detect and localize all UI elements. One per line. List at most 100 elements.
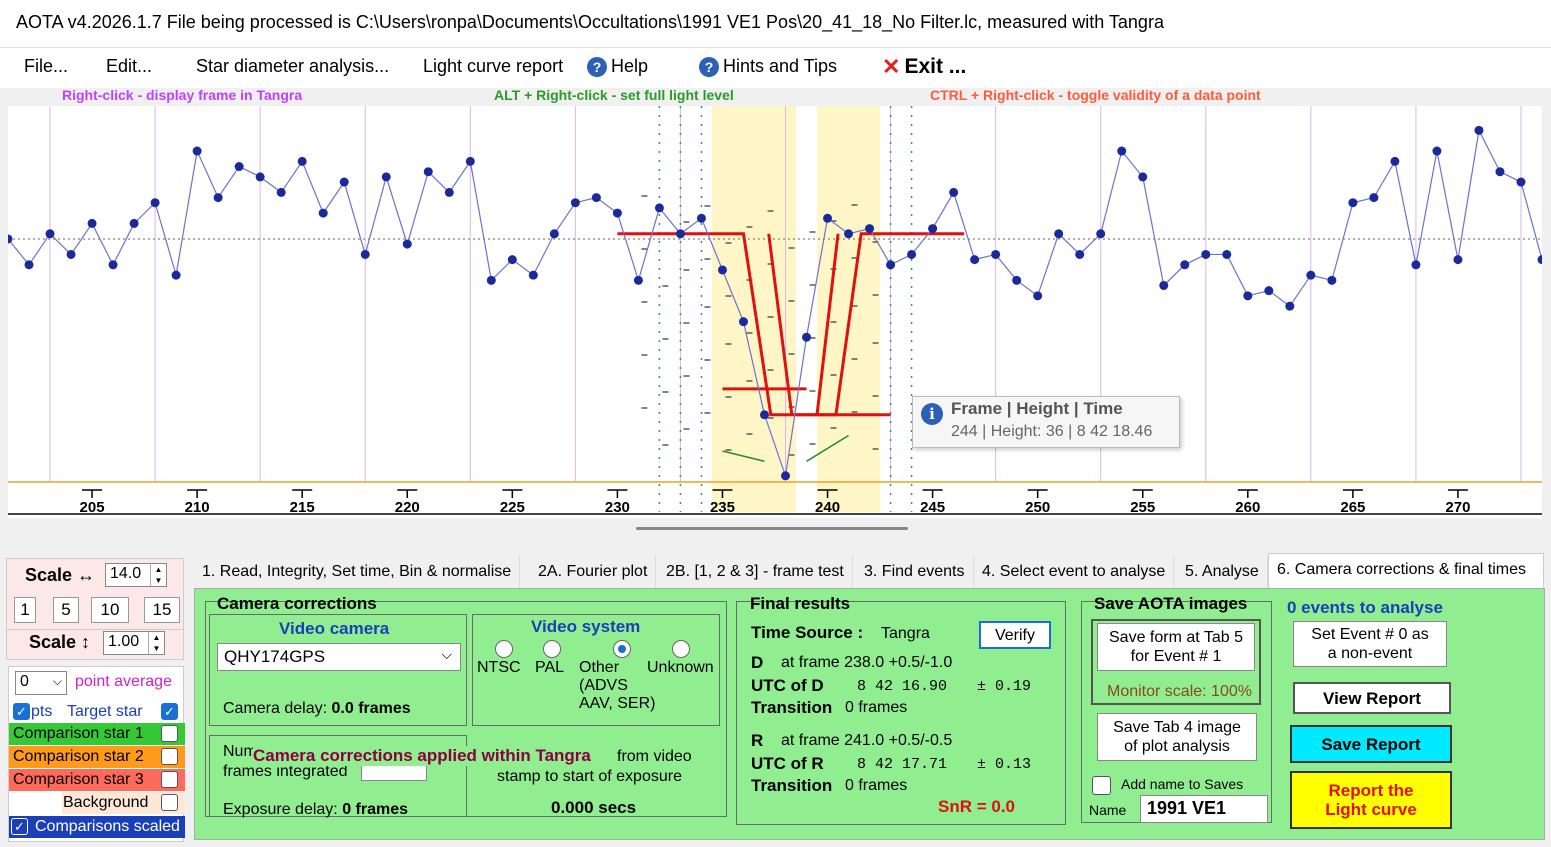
- radio-other[interactable]: [613, 640, 631, 658]
- data-point: [213, 193, 223, 203]
- utc-d-label: UTC of D: [751, 676, 824, 695]
- scale-button-1[interactable]: 1: [14, 597, 36, 623]
- other-label: Other: [579, 659, 620, 676]
- spinner-arrows-icon[interactable]: ▲ ▼: [148, 632, 164, 654]
- comp2-checkbox[interactable]: [161, 748, 178, 765]
- tab-strip: 1. Read, Integrity, Set time, Bin & norm…: [190, 553, 1547, 588]
- add-name-checkbox[interactable]: [1092, 776, 1111, 795]
- exposure-secs: 0.000 secs: [551, 798, 637, 817]
- unknown-label: Unknown: [647, 659, 714, 676]
- light-curve-plot[interactable]: 205 210 215 220 225 230 235 240 245 250 255 260 265 2…: [8, 106, 1542, 518]
- data-point: [1201, 249, 1211, 259]
- report-light-curve-button[interactable]: Report the Light curve: [1290, 771, 1452, 829]
- comp3-checkbox[interactable]: [161, 771, 178, 788]
- menu-edit[interactable]: Edit...: [106, 56, 152, 77]
- set-event-button[interactable]: Set Event # 0 as a non-event: [1293, 621, 1447, 667]
- tab-fourier[interactable]: 2A. Fourier plot: [530, 556, 657, 588]
- point-average-label: point average: [75, 673, 172, 690]
- help-icon: ?: [587, 56, 607, 77]
- data-point: [339, 177, 349, 187]
- x-tick-label: 235: [710, 499, 735, 516]
- x-tick-label: 230: [605, 499, 630, 516]
- save-report-button[interactable]: Save Report: [1290, 725, 1452, 763]
- radio-ntsc[interactable]: [495, 640, 513, 658]
- scale-v-spinner[interactable]: 1.00 ▲ ▼: [103, 631, 165, 655]
- tab-select-event[interactable]: 4. Select event to analyse: [974, 556, 1175, 588]
- scale-button-15[interactable]: 15: [144, 597, 180, 623]
- menu-star-diameter[interactable]: Star diameter analysis...: [196, 56, 389, 77]
- add-name-label: Add name to Saves: [1121, 776, 1244, 792]
- utc-d-value: 8 42 16.90: [857, 678, 948, 695]
- left-panel: Scale ↔ 14.0 ▲ ▼ 1 5 10 15 Scale ↕ 1.00 ▲…: [4, 556, 185, 844]
- data-point: [255, 172, 265, 182]
- series-options: 0 ⌵ point average ✓ pts Target star ✓ Co…: [8, 666, 185, 842]
- data-point: [654, 203, 664, 213]
- data-point: [1012, 275, 1022, 285]
- data-point: [549, 229, 559, 239]
- spinner-arrows-icon[interactable]: ▲ ▼: [150, 564, 166, 586]
- comparisons-scaled-label: Comparisons scaled: [35, 818, 180, 835]
- menu-hints[interactable]: ? Hints and Tips: [699, 56, 837, 77]
- tooltip-value: 244 | Height: 36 | 8 42 18.46: [951, 423, 1153, 440]
- tab-find-events[interactable]: 3. Find events: [856, 556, 974, 588]
- splitter-handle[interactable]: [636, 527, 908, 530]
- hint-right-click: Right-click - display frame in Tangra: [62, 87, 303, 103]
- x-tick-label: 250: [1025, 499, 1050, 516]
- scale-button-10[interactable]: 10: [91, 597, 129, 623]
- comp2-row: Comparison star 2: [9, 746, 185, 768]
- menu-light-curve-report[interactable]: Light curve report: [423, 56, 563, 77]
- highlight-band: [817, 106, 881, 512]
- time-source-value: Tangra: [881, 625, 930, 642]
- tab-camera-corrections[interactable]: 6. Camera corrections & final times: [1268, 553, 1544, 588]
- d-label: D: [751, 653, 764, 672]
- tab-read-integrity[interactable]: 1. Read, Integrity, Set time, Bin & norm…: [194, 556, 521, 588]
- transition-d-label: Transition: [751, 698, 833, 717]
- tab-frame-test[interactable]: 2B. [1, 2 & 3] - frame test: [658, 556, 853, 588]
- comparisons-scaled-row: ✓ Comparisons scaled: [9, 816, 185, 838]
- scale-button-5[interactable]: 5: [53, 597, 79, 623]
- pts-checkbox[interactable]: ✓: [13, 703, 30, 720]
- data-point: [1474, 125, 1484, 135]
- data-point: [1369, 193, 1379, 203]
- target-star-checkbox[interactable]: ✓: [161, 703, 178, 720]
- background-checkbox[interactable]: [161, 794, 178, 811]
- window-title: AOTA v4.2026.1.7 File being processed is…: [16, 12, 1164, 32]
- exposure-delay-label: Exposure delay:: [223, 801, 338, 818]
- radio-unknown[interactable]: [672, 640, 690, 658]
- scale-v-value: 1.00: [108, 633, 140, 650]
- menu-file[interactable]: File...: [24, 56, 68, 77]
- comp3-row: Comparison star 3: [9, 769, 185, 791]
- save-images-title: Save AOTA images: [1094, 594, 1248, 613]
- data-point: [423, 167, 433, 177]
- data-point: [612, 208, 622, 218]
- save-form-button[interactable]: Save form at Tab 5 for Event # 1: [1097, 623, 1255, 671]
- radio-pal[interactable]: [543, 640, 561, 658]
- comparisons-scaled-checkbox[interactable]: ✓: [11, 818, 28, 835]
- data-point: [886, 260, 896, 270]
- utc-r-value: 8 42 17.71: [857, 756, 948, 773]
- data-point: [297, 156, 307, 166]
- view-report-button[interactable]: View Report: [1293, 682, 1451, 714]
- data-point: [465, 156, 475, 166]
- video-system-label: Video system: [531, 617, 641, 636]
- name-input[interactable]: 1991 VE1: [1140, 795, 1268, 823]
- point-average-select[interactable]: 0 ⌵: [15, 671, 67, 695]
- data-point: [675, 229, 685, 239]
- comp1-checkbox[interactable]: [161, 725, 178, 742]
- data-point: [24, 260, 34, 270]
- light-curve-svg[interactable]: 205 210 215 220 225 230 235 240 245 250 255 260 265 2…: [8, 106, 1542, 518]
- save-tab4-button[interactable]: Save Tab 4 image of plot analysis: [1097, 713, 1257, 761]
- scale-h-spinner[interactable]: 14.0 ▲ ▼: [105, 563, 167, 587]
- tab-analyse[interactable]: 5. Analyse: [1177, 556, 1268, 588]
- x-tick-label: 270: [1445, 499, 1470, 516]
- scale-v-label: Scale ↕: [29, 632, 91, 652]
- menu-exit[interactable]: ✕ Exit ...: [882, 54, 966, 80]
- menu-help[interactable]: ? Help: [587, 56, 648, 77]
- data-point: [1306, 270, 1316, 280]
- data-point: [234, 162, 244, 172]
- data-point: [1117, 146, 1127, 156]
- verify-button[interactable]: Verify: [979, 621, 1051, 649]
- camera-select[interactable]: QHY174GPS ⌵: [217, 643, 461, 671]
- data-point: [1432, 146, 1442, 156]
- info-icon: i: [921, 403, 943, 425]
